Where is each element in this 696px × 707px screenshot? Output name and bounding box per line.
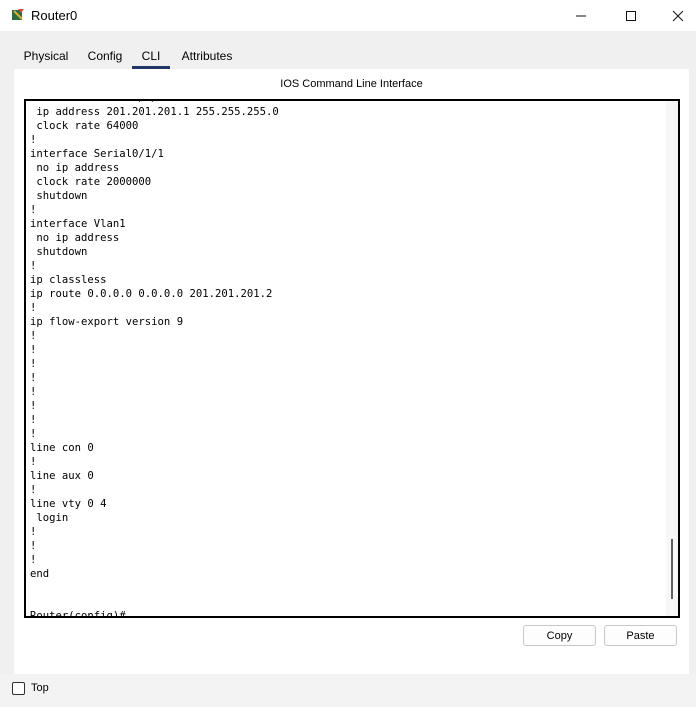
bottom-bar: Top (0, 674, 696, 707)
cli-terminal[interactable]: interface Serial0/1/0 ip address 201.201… (24, 99, 680, 618)
top-label: Top (31, 682, 49, 694)
window-title: Router0 (31, 8, 78, 23)
maximize-button[interactable] (608, 0, 654, 31)
close-icon (672, 10, 684, 21)
minimize-icon (576, 15, 586, 16)
terminal-scrollbar[interactable] (666, 101, 678, 616)
paste-button[interactable]: Paste (604, 625, 677, 646)
top-checkbox[interactable] (12, 682, 25, 695)
scroll-thumb[interactable] (671, 539, 673, 599)
tab-physical[interactable]: Physical (14, 44, 78, 68)
router-window-content: Physical Config CLI Attributes IOS Comma… (0, 31, 696, 679)
tab-config[interactable]: Config (81, 44, 129, 68)
cli-output[interactable]: interface Serial0/1/0 ip address 201.201… (30, 101, 279, 616)
maximize-icon (626, 10, 636, 21)
tab-cli[interactable]: CLI (132, 44, 170, 69)
close-button[interactable] (655, 0, 696, 31)
copy-button[interactable]: Copy (523, 625, 596, 646)
title-bar: Router0 (0, 0, 696, 32)
minimize-button[interactable] (558, 0, 604, 31)
cli-panel: IOS Command Line Interface interface Ser… (14, 69, 689, 679)
cli-heading: IOS Command Line Interface (280, 78, 423, 90)
router-icon (12, 9, 24, 20)
tab-attributes[interactable]: Attributes (173, 44, 241, 68)
